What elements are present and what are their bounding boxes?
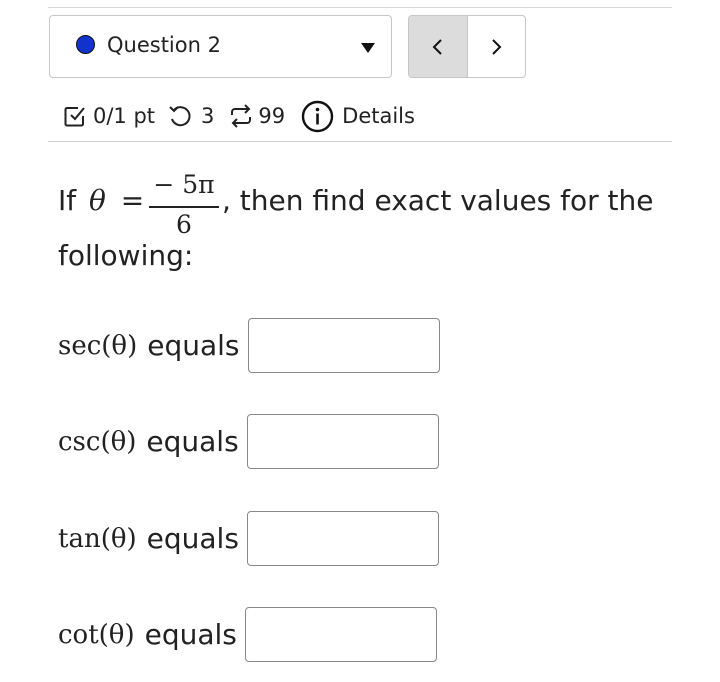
prompt-line1: If θ =	[58, 184, 144, 217]
top-divider	[48, 7, 672, 8]
prompt-var: θ	[89, 184, 106, 217]
prompt-tail: , then find exact values for the	[222, 184, 654, 217]
attempts-count: 3	[201, 104, 215, 128]
cot-answer-input[interactable]	[244, 607, 437, 662]
equals-label: equals	[144, 618, 237, 651]
versions-count: 99	[258, 104, 286, 128]
status-dot-icon	[76, 35, 95, 54]
sec-label: sec(θ)	[58, 330, 138, 361]
prompt-eq: =	[120, 184, 145, 217]
next-question-button[interactable]	[468, 16, 526, 77]
equals-label: equals	[147, 329, 240, 362]
equals-label: equals	[146, 522, 239, 555]
sec-answer-input[interactable]	[247, 318, 440, 373]
prompt-line2: following:	[58, 239, 194, 272]
attempts: 3	[167, 104, 214, 128]
info-icon	[301, 100, 334, 132]
tan-answer-input[interactable]	[246, 511, 439, 566]
repeat-icon	[231, 104, 252, 128]
score-text: 0/1 pt	[93, 104, 156, 128]
prev-question-button[interactable]	[409, 16, 468, 77]
tan-label: tan(θ)	[58, 523, 137, 554]
retry-icon	[169, 106, 191, 127]
answer-row-sec: sec(θ) equals	[58, 318, 440, 373]
chevron-right-icon	[492, 38, 502, 55]
fraction-numerator: − 5π	[153, 170, 215, 199]
chevron-left-icon	[432, 38, 442, 55]
checkbox-icon	[64, 107, 85, 127]
score: 0/1 pt	[63, 104, 155, 128]
cot-label: cot(θ)	[58, 619, 135, 650]
details-link[interactable]: Details	[301, 100, 415, 133]
fraction-bar	[149, 206, 219, 208]
answer-row-csc: csc(θ) equals	[58, 414, 439, 469]
caret-down-icon	[361, 43, 375, 53]
question-nav	[408, 15, 526, 78]
csc-answer-input[interactable]	[246, 414, 439, 469]
answer-row-cot: cot(θ) equals	[58, 607, 437, 662]
details-label: Details	[342, 104, 415, 128]
question-meta: 0/1 pt 3 99 Details	[63, 96, 415, 136]
equals-label: equals	[146, 425, 239, 458]
answer-row-tan: tan(θ) equals	[58, 511, 439, 566]
prompt-lead: If	[58, 184, 77, 217]
fraction-denominator: 6	[176, 210, 192, 239]
meta-divider	[48, 141, 672, 142]
question-select[interactable]: Question 2	[49, 15, 392, 78]
csc-label: csc(θ)	[58, 426, 137, 457]
versions: 99	[228, 104, 285, 128]
question-label: Question 2	[107, 33, 221, 57]
